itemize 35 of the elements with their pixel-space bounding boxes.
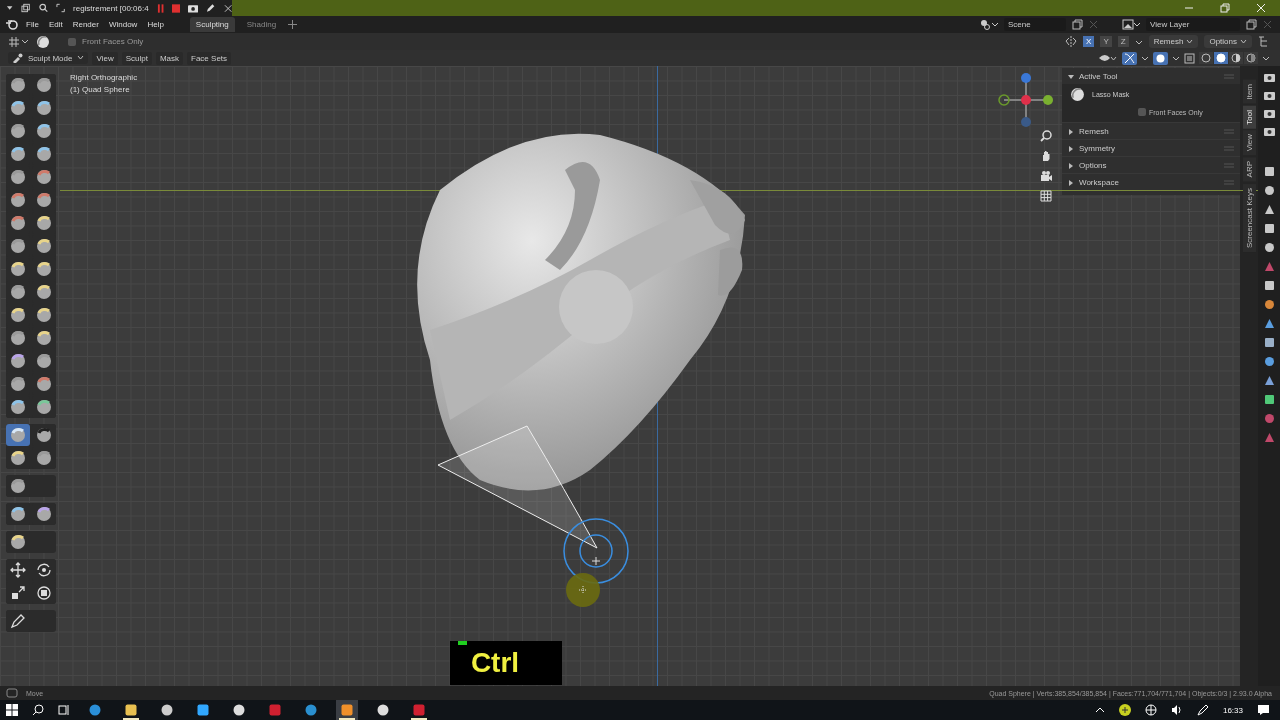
menu-item[interactable]: Mask — [155, 51, 184, 65]
menu-item[interactable]: Render — [70, 20, 101, 29]
object-name: (1) Quad Sphere — [70, 85, 130, 94]
axis-toggle[interactable]: Y — [1100, 36, 1112, 47]
sidebar-tab[interactable]: ARP — [1242, 157, 1256, 182]
scene-field[interactable]: Scene — [1004, 18, 1066, 31]
workspace-tab[interactable]: Sculpting — [189, 17, 235, 32]
panel-title[interactable]: Remesh — [1079, 127, 1219, 136]
panel-title[interactable]: Active Tool — [1079, 72, 1219, 81]
dropdown[interactable]: Options — [1204, 35, 1252, 48]
menu-item[interactable]: Help — [145, 20, 166, 29]
sidebar-tab[interactable]: Item — [1242, 80, 1256, 104]
clock[interactable]: 16:33 — [1222, 705, 1243, 715]
menu-item[interactable]: View — [92, 51, 118, 65]
checkbox-label: Front Faces Only — [82, 37, 144, 46]
menu-item[interactable]: File — [24, 20, 41, 29]
axis-toggle[interactable]: Z — [1117, 36, 1129, 47]
view-name: Right Orthographic — [70, 73, 138, 82]
sidebar-tab[interactable]: View — [1242, 130, 1256, 156]
sidebar-tab[interactable]: Screencast Keys — [1242, 183, 1256, 252]
menu-item[interactable]: Sculpt — [121, 51, 152, 65]
recording-title: registrement [00:06:4 — [73, 3, 149, 13]
axis-toggle[interactable]: X — [1083, 36, 1095, 47]
dropdown[interactable]: Remesh — [1148, 35, 1199, 48]
sidebar-tab[interactable]: Tool — [1242, 105, 1256, 129]
menu-item[interactable]: Edit — [46, 20, 65, 29]
panel-title[interactable]: Workspace — [1079, 178, 1219, 187]
mode-dropdown[interactable]: Sculpt Mode — [8, 52, 89, 64]
menu-item[interactable]: Face Sets — [187, 51, 232, 65]
workspace-tab[interactable]: Shading — [240, 17, 283, 32]
key-label: Ctrl — [470, 647, 521, 679]
view-layer-field[interactable]: View Layer — [1146, 18, 1240, 31]
panel-title[interactable]: Options — [1079, 161, 1219, 170]
menu-item[interactable]: Window — [106, 20, 140, 29]
panel-title[interactable]: Symmetry — [1079, 144, 1219, 153]
